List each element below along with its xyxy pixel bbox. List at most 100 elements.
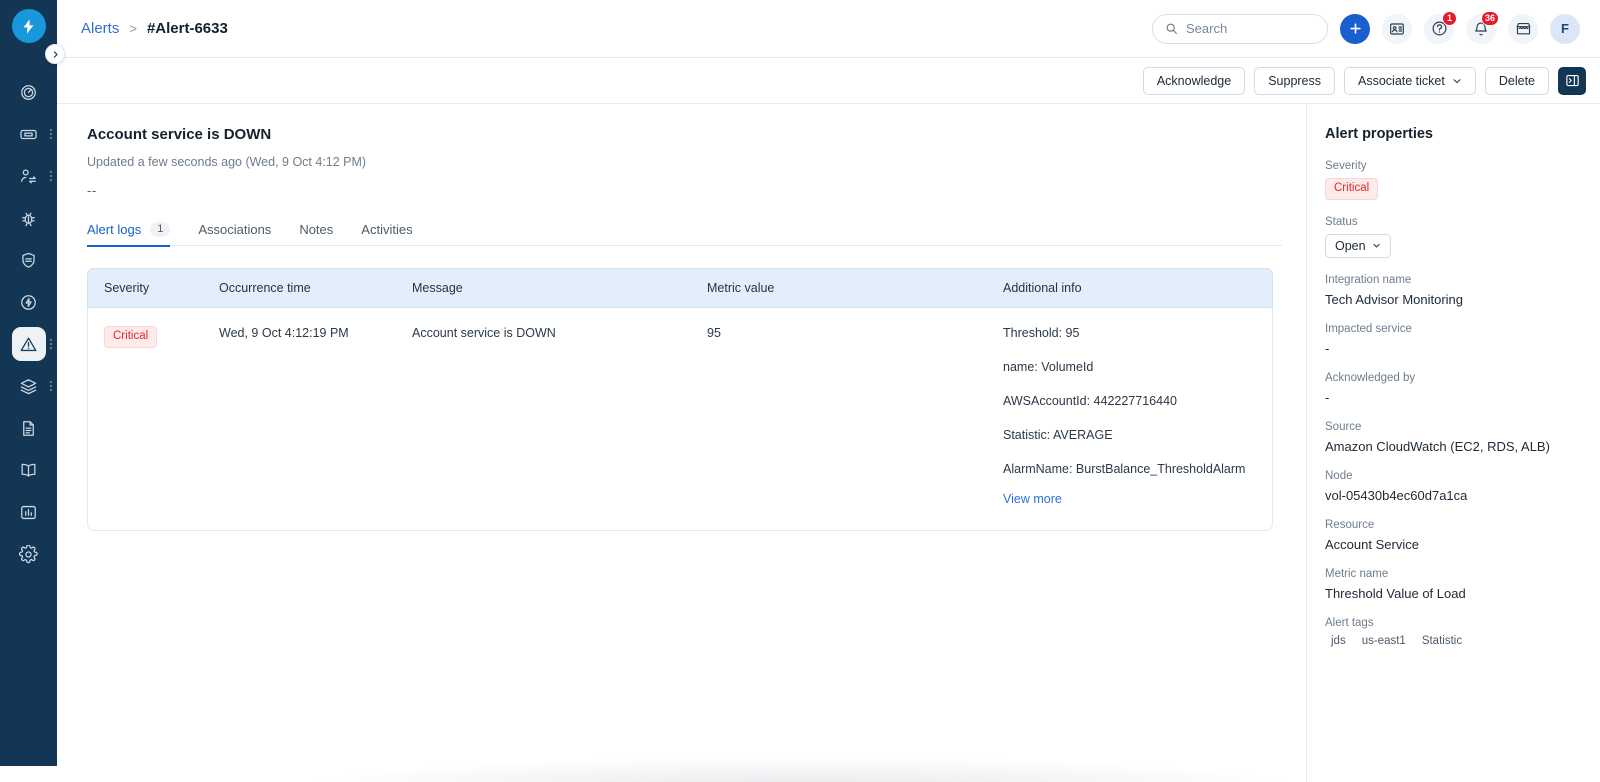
status-dropdown[interactable]: Open: [1325, 233, 1391, 258]
plus-icon: [1349, 23, 1361, 34]
book-icon-wrap: [12, 453, 46, 487]
app-logo[interactable]: [11, 9, 46, 43]
sidebar-item-status[interactable]: [0, 239, 57, 281]
layers-icon-wrap: [12, 369, 46, 403]
sidebar-item-on-call[interactable]: [0, 155, 57, 197]
table-row[interactable]: Critical Wed, 9 Oct 4:12:19 PM Account ser…: [87, 308, 1273, 531]
notifications-button[interactable]: 36: [1466, 10, 1499, 44]
property-label: Source: [1325, 420, 1362, 433]
sidebar-item-dashboard[interactable]: [0, 71, 57, 113]
app-shell: Alerts > #Alert-6633 Search 1 36 F Ackno…: [57, 0, 1600, 782]
additional-info-line: AlarmName: BurstBalance_ThresholdAlarm: [1003, 462, 1246, 476]
sidebar-item-analytics[interactable]: [0, 491, 57, 533]
sidebar-item-more-icon[interactable]: [50, 381, 52, 391]
sidebar-expand-toggle[interactable]: [45, 44, 65, 64]
property-value: -: [1325, 389, 1330, 405]
top-bar-actions: 1 36 F: [1152, 10, 1580, 44]
sidebar-item-settings[interactable]: [0, 533, 57, 575]
cell-message: Account service is DOWN: [398, 308, 693, 531]
lightning-bolt-icon: [23, 18, 34, 34]
property-metric-name: Metric name Threshold Value of Load: [1325, 568, 1580, 601]
chevron-down-icon: [1373, 244, 1380, 248]
shield-icon-wrap: [12, 243, 46, 277]
alert-detail-main: Account service is DOWN Updated a few se…: [57, 104, 1306, 782]
tab-alert-logs[interactable]: Alert logs 1: [87, 214, 171, 247]
document-icon: [23, 420, 34, 436]
additional-info-line: Statistic: AVERAGE: [1003, 428, 1113, 442]
property-value: -: [1325, 340, 1330, 356]
delete-button[interactable]: Delete: [1484, 66, 1549, 95]
breadcrumb-alerts-link[interactable]: Alerts: [81, 20, 119, 37]
properties-heading: Alert properties: [1325, 126, 1433, 142]
marketplace-button[interactable]: [1508, 13, 1538, 44]
sidebar-item-alerts[interactable]: [0, 323, 57, 365]
chevron-down-icon: [1453, 78, 1461, 83]
tab-label: Notes: [299, 222, 334, 237]
bar-chart-icon: [21, 505, 36, 519]
tab-associations[interactable]: Associations: [198, 214, 271, 246]
cell-metric-value: 95: [693, 308, 989, 531]
contact-card-icon: [1390, 22, 1404, 35]
book-icon: [21, 463, 36, 477]
left-sidebar: [0, 0, 57, 766]
property-impacted-service: Impacted service -: [1325, 323, 1580, 356]
contacts-button[interactable]: [1382, 13, 1412, 44]
gear-icon-wrap: [12, 537, 46, 571]
property-status: Status Open: [1325, 216, 1580, 258]
gear-icon: [19, 544, 38, 563]
status-value: Open: [1335, 238, 1366, 253]
sidebar-item-knowledge-base[interactable]: [0, 449, 57, 491]
sidebar-item-tickets[interactable]: [0, 113, 57, 155]
tab-notes[interactable]: Notes: [299, 214, 333, 246]
alert-tag: jds: [1331, 634, 1346, 647]
tab-activities[interactable]: Activities: [361, 214, 412, 246]
search-input[interactable]: [1186, 21, 1306, 36]
properties-panel-toggle[interactable]: [1558, 66, 1586, 95]
property-resource: Resource Account Service: [1325, 519, 1580, 552]
property-label: Metric name: [1325, 567, 1389, 580]
property-node: Node vol-05430b4ec60d7a1ca: [1325, 470, 1580, 503]
add-button[interactable]: [1340, 13, 1370, 44]
sidebar-item-reports[interactable]: [0, 407, 57, 449]
search-icon: [1166, 23, 1177, 34]
property-label: Acknowledged by: [1325, 371, 1416, 384]
property-acknowledged-by: Acknowledged by -: [1325, 372, 1580, 405]
property-label: Impacted service: [1325, 322, 1412, 335]
property-severity: Severity Critical: [1325, 160, 1580, 200]
table-head: Severity Occurrence time Message Metric …: [87, 268, 1273, 308]
bolt-circle-icon-wrap: [12, 285, 46, 319]
bug-icon-wrap: [12, 201, 46, 235]
help-button[interactable]: 1: [1424, 10, 1457, 44]
sidebar-item-bugs[interactable]: [0, 197, 57, 239]
user-avatar[interactable]: F: [1550, 13, 1580, 44]
breadcrumb-current: #Alert-6633: [146, 20, 228, 37]
bolt-circle-icon: [21, 294, 36, 310]
severity-label: Severity: [1325, 160, 1367, 172]
property-label: Integration name: [1325, 273, 1412, 286]
additional-info-line: name: VolumeId: [1003, 360, 1094, 374]
sidebar-item-more-icon[interactable]: [50, 171, 52, 181]
panel-right-icon: [1565, 74, 1579, 87]
sidebar-item-more-icon[interactable]: [50, 129, 52, 139]
associate-ticket-button[interactable]: Associate ticket: [1344, 66, 1476, 95]
additional-info-line: AWSAccountId: 442227716440: [1003, 394, 1177, 408]
search-box[interactable]: [1152, 13, 1328, 44]
property-label: Node: [1325, 469, 1353, 482]
alert-tags-label: Alert tags: [1325, 616, 1374, 629]
sidebar-item-automation[interactable]: [0, 281, 57, 323]
alert-action-bar: Acknowledge Suppress Associate ticket De…: [57, 58, 1600, 104]
gauge-icon: [21, 84, 36, 100]
severity-badge: Critical: [1325, 178, 1379, 200]
property-value: Amazon CloudWatch (EC2, RDS, ALB): [1325, 438, 1550, 454]
view-more-link[interactable]: View more: [1003, 492, 1062, 506]
sidebar-item-more-icon[interactable]: [50, 339, 52, 349]
suppress-button[interactable]: Suppress: [1254, 66, 1336, 95]
col-metric-value: Metric value: [693, 268, 989, 308]
acknowledge-button[interactable]: Acknowledge: [1142, 66, 1246, 95]
document-icon-wrap: [12, 411, 46, 445]
sidebar-item-services[interactable]: [0, 365, 57, 407]
severity-badge: Critical: [104, 326, 158, 348]
property-source: Source Amazon CloudWatch (EC2, RDS, ALB): [1325, 421, 1580, 454]
property-label: Resource: [1325, 518, 1375, 531]
alert-logs-table: Severity Occurrence time Message Metric …: [87, 268, 1273, 531]
